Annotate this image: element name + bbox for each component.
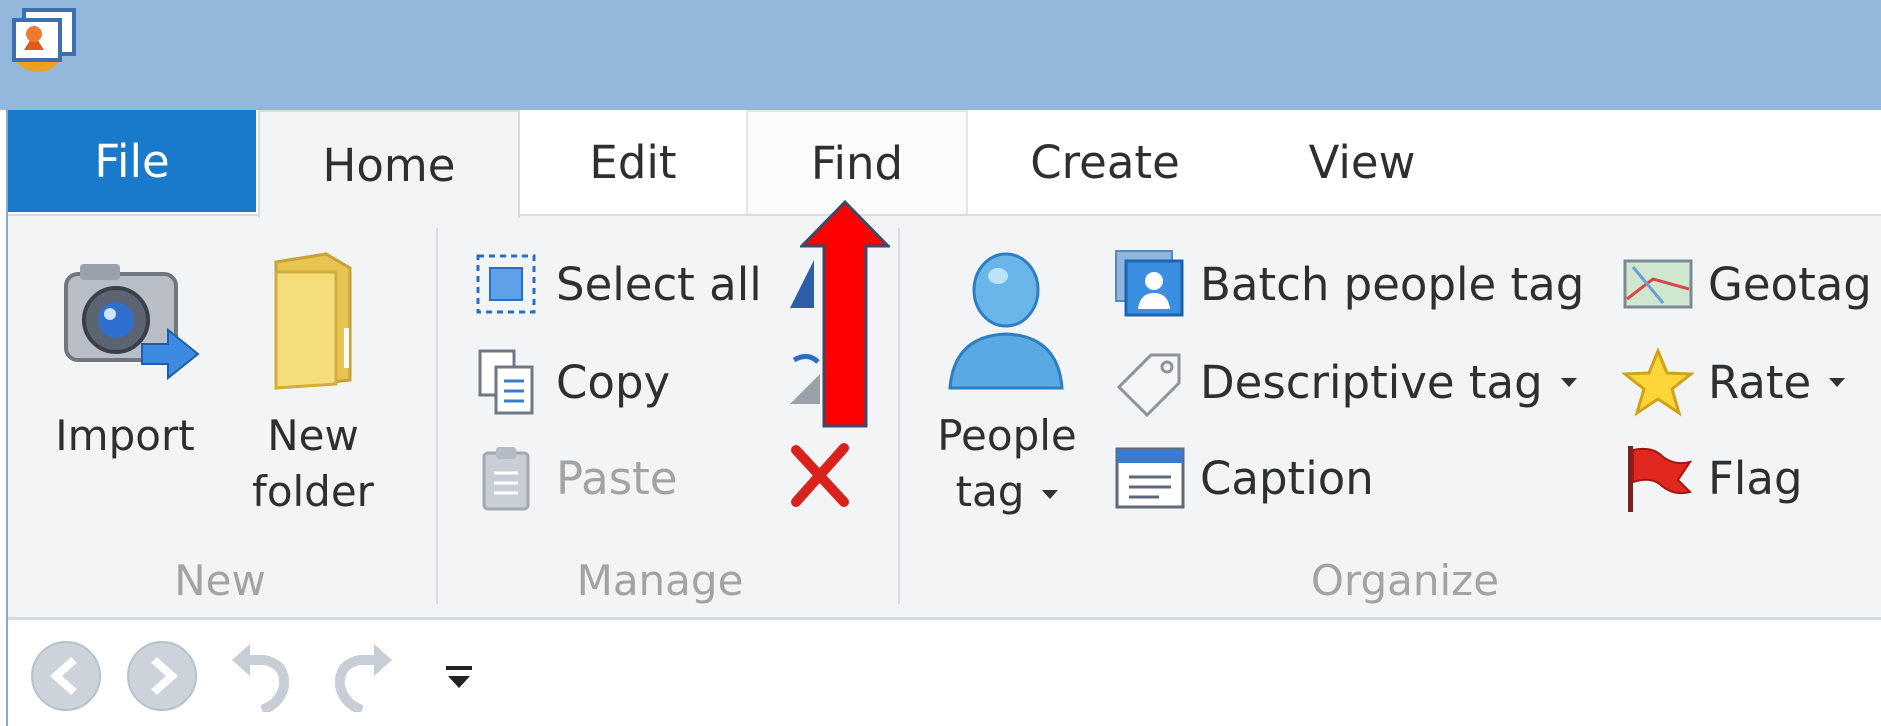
people-tag-button[interactable]: People tag [926, 244, 1088, 520]
chevron-down-icon [1042, 490, 1059, 499]
batch-people-icon [1114, 248, 1186, 320]
group-label-new: New [174, 556, 266, 605]
batch-people-tag-button[interactable]: Batch people tag [1114, 246, 1584, 322]
caption-icon [1114, 442, 1186, 514]
select-all-label: Select all [556, 257, 762, 311]
tab-home[interactable]: Home [258, 110, 520, 218]
geotag-button[interactable]: Geotag [1622, 246, 1872, 322]
people-tag-label-1: People [937, 411, 1077, 460]
people-tag-label-2: tag [955, 467, 1025, 516]
geotag-label: Geotag [1708, 257, 1872, 311]
folder-icon [274, 252, 352, 390]
tag-icon [1114, 346, 1186, 418]
flag-label: Flag [1708, 451, 1803, 505]
tab-file[interactable]: File [8, 110, 256, 212]
paste-button[interactable]: Paste [470, 440, 677, 516]
select-all-icon [470, 248, 542, 320]
redo-icon[interactable] [324, 640, 396, 712]
flag-icon [1622, 442, 1694, 514]
chevron-down-icon [1560, 377, 1577, 387]
new-folder-label-1: New [267, 411, 359, 460]
group-separator [898, 228, 900, 604]
tab-create[interactable]: Create [970, 110, 1240, 215]
copy-label: Copy [556, 355, 671, 409]
copy-button[interactable]: Copy [470, 344, 670, 420]
tab-edit[interactable]: Edit [522, 110, 744, 215]
map-icon [1622, 248, 1694, 320]
batch-people-tag-label: Batch people tag [1200, 257, 1585, 311]
customize-toolbar-icon[interactable] [442, 662, 476, 698]
tab-view[interactable]: View [1242, 110, 1482, 215]
title-bar [0, 0, 1881, 110]
select-all-button[interactable]: Select all [470, 246, 762, 322]
group-label-organize: Organize [1310, 556, 1500, 605]
undo-icon[interactable] [228, 640, 300, 712]
rate-button[interactable]: Rate [1622, 344, 1846, 420]
back-icon[interactable] [30, 640, 102, 712]
person-icon [948, 252, 1064, 390]
import-button[interactable]: Import [40, 254, 210, 464]
photo-gallery-icon[interactable] [4, 4, 80, 76]
forward-icon[interactable] [126, 640, 198, 712]
delete-x-icon[interactable] [786, 440, 854, 510]
group-label-manage: Manage [576, 556, 744, 605]
paste-label: Paste [556, 451, 678, 505]
new-folder-button[interactable]: New folder [228, 248, 398, 520]
copy-icon [470, 346, 542, 418]
new-folder-label-2: folder [252, 467, 374, 516]
caption-button[interactable]: Caption [1114, 440, 1374, 516]
ribbon-tabs: File Home Edit Find Create View [8, 110, 1881, 218]
group-separator [436, 228, 438, 604]
rate-label: Rate [1708, 355, 1812, 409]
annotation-arrow [800, 200, 890, 428]
import-label: Import [55, 411, 195, 460]
camera-import-icon [64, 264, 200, 381]
descriptive-tag-button[interactable]: Descriptive tag [1114, 344, 1577, 420]
caption-label: Caption [1200, 451, 1374, 505]
flag-button[interactable]: Flag [1622, 440, 1803, 516]
chevron-down-icon [1829, 377, 1846, 387]
star-icon [1622, 346, 1694, 418]
paste-icon [470, 442, 542, 514]
descriptive-tag-label: Descriptive tag [1200, 355, 1543, 409]
